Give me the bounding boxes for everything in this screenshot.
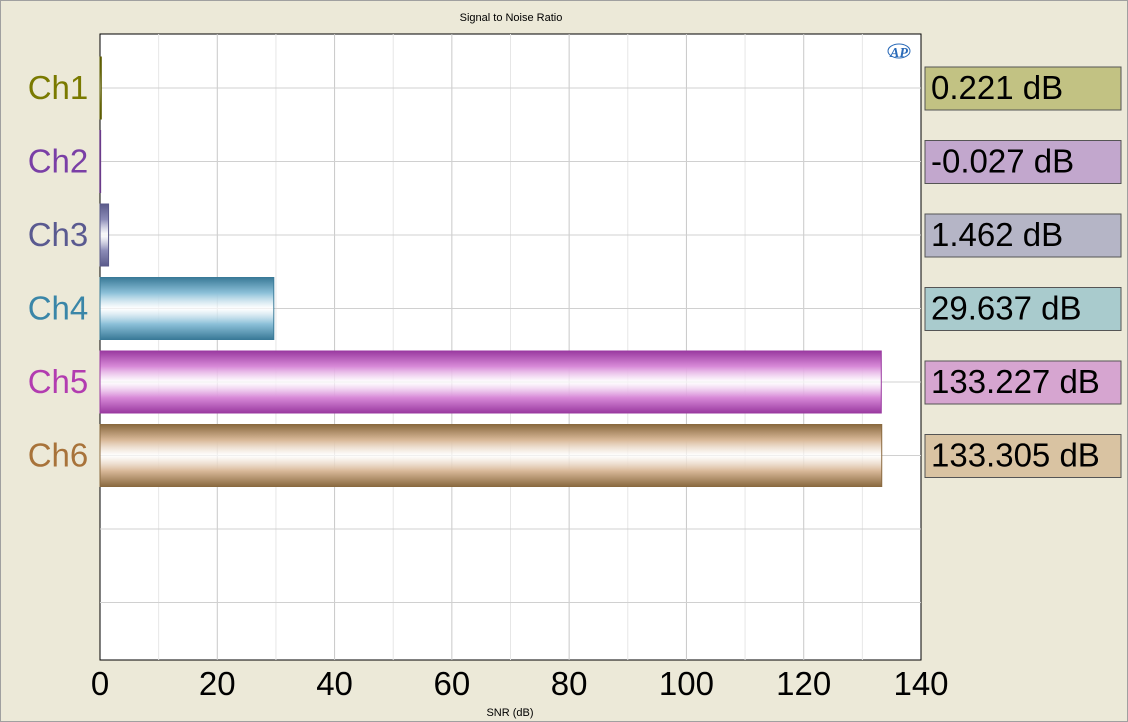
category-labels: Ch1 Ch2 Ch3 Ch4 Ch5 Ch6 (28, 69, 89, 474)
ap-logo-icon: AP (887, 43, 911, 61)
x-tick-label: 60 (433, 665, 470, 702)
value-label-ch2: -0.027 dB (931, 143, 1074, 180)
x-tick-label: 0 (91, 665, 109, 702)
x-axis-label: SNR (dB) (486, 707, 533, 719)
x-tick-label: 140 (893, 665, 948, 702)
value-label-ch1: 0.221 dB (931, 69, 1063, 106)
bar-ch2 (99, 130, 102, 193)
value-label-ch5: 133.227 dB (931, 363, 1100, 400)
bar-ch1 (99, 56, 102, 120)
snr-bar-chart: Signal to Noise Ratio Ch1 Ch2 Ch3 Ch4 Ch5 Ch6… (28, 12, 1122, 719)
x-tick-label: 80 (551, 665, 588, 702)
value-label-ch3: 1.462 dB (931, 216, 1063, 253)
value-boxes: 0.221 dB -0.027 dB 1.462 dB 29.637 dB 133.22… (924, 66, 1122, 478)
value-label-ch4: 29.637 dB (931, 290, 1081, 327)
x-tick-label: 40 (316, 665, 353, 702)
bar-ch4 (99, 277, 275, 340)
category-label-ch6: Ch6 (28, 437, 89, 474)
x-tick-label: 120 (776, 665, 831, 702)
x-tick-label: 20 (199, 665, 236, 702)
x-tick-label: 100 (659, 665, 714, 702)
category-label-ch1: Ch1 (28, 69, 89, 106)
value-label-ch6: 133.305 dB (931, 437, 1100, 474)
category-label-ch5: Ch5 (28, 363, 89, 400)
bar-ch6 (99, 424, 883, 487)
svg-text:AP: AP (889, 46, 908, 61)
category-label-ch2: Ch2 (28, 143, 89, 180)
bar-ch3 (99, 203, 110, 267)
x-axis-ticks: 0 20 40 60 80 100 120 140 (91, 665, 949, 702)
bar-ch5 (99, 350, 882, 414)
category-label-ch3: Ch3 (28, 216, 89, 253)
chart-title: Signal to Noise Ratio (460, 12, 563, 24)
category-label-ch4: Ch4 (28, 290, 89, 327)
